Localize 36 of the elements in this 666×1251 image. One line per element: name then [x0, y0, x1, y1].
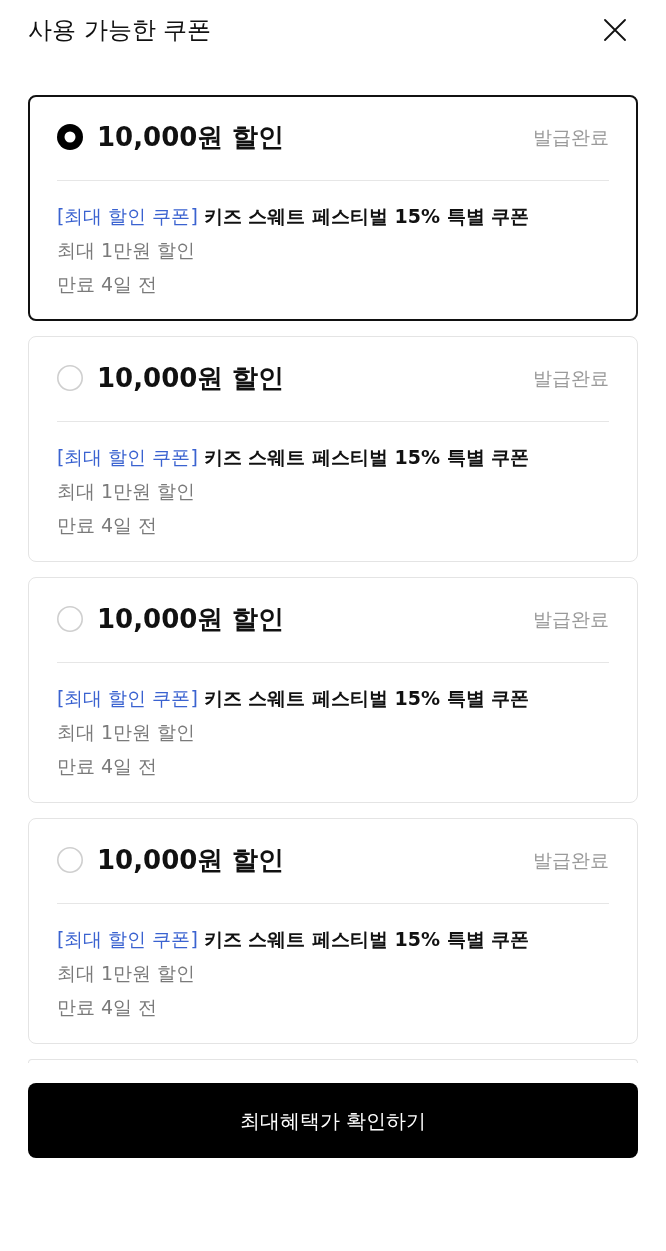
radio-button[interactable] — [57, 124, 83, 150]
coupon-name: 키즈 스웨트 페스티벌 15% 특별 쿠폰 — [203, 927, 530, 952]
coupon-name: 키즈 스웨트 페스티벌 15% 특별 쿠폰 — [203, 686, 530, 711]
expiry-text: 만료 4일 전 — [57, 513, 159, 538]
max-discount-text: 최대 1만원 할인 — [57, 238, 197, 263]
issue-status: 발급완료 — [533, 847, 609, 873]
issue-status: 발급완료 — [533, 124, 609, 150]
coupon-tag: [최대 할인 쿠폰] — [57, 440, 198, 474]
max-discount-text: 최대 1만원 할인 — [57, 961, 197, 986]
coupon-card[interactable]: 10,000원 할인 발급완료 [최대 할인 쿠폰] 키즈 스웨트 페스티벌 15% 특별 쿠폰 최대 1만원 할인 만료 4일 전 — [28, 818, 638, 1044]
coupon-name: 키즈 스웨트 페스티벌 15% 특별 쿠폰 — [203, 445, 530, 470]
coupon-card[interactable]: 10,000원 할인 발급완료 [최대 할인 쿠폰] 키즈 스웨트 페스티벌 15% 특별 쿠폰 최대 1만원 할인 만료 4일 전 — [28, 577, 638, 803]
discount-amount: 10,000원 할인 — [97, 844, 285, 877]
radio-button[interactable] — [57, 365, 83, 391]
close-button[interactable] — [604, 19, 626, 41]
sheet-title: 사용 가능한 쿠폰 — [28, 15, 212, 46]
radio-button[interactable] — [57, 847, 83, 873]
coupon-tag: [최대 할인 쿠폰] — [57, 681, 198, 715]
discount-amount: 10,000원 할인 — [97, 603, 285, 636]
close-icon — [604, 19, 626, 41]
max-discount-text: 최대 1만원 할인 — [57, 479, 197, 504]
expiry-text: 만료 4일 전 — [57, 272, 159, 297]
issue-status: 발급완료 — [533, 365, 609, 391]
coupon-tag: [최대 할인 쿠폰] — [57, 199, 198, 233]
issue-status: 발급완료 — [533, 606, 609, 632]
discount-amount: 10,000원 할인 — [97, 362, 285, 395]
coupon-tag: [최대 할인 쿠폰] — [57, 922, 198, 956]
discount-amount: 10,000원 할인 — [97, 121, 285, 154]
coupon-card[interactable]: 10,000원 할인 발급완료 [최대 할인 쿠폰] 키즈 스웨트 페스티벌 15% 특별 쿠폰 최대 1만원 할인 만료 4일 전 — [28, 336, 638, 562]
coupon-card[interactable]: 10,000원 할인 발급완료 [최대 할인 쿠폰] 키즈 스웨트 페스티벌 15% 특별 쿠폰 최대 1만원 할인 만료 4일 전 — [28, 95, 638, 321]
confirm-button[interactable]: 최대혜택가 확인하기 — [28, 1083, 638, 1158]
max-discount-text: 최대 1만원 할인 — [57, 720, 197, 745]
radio-button[interactable] — [57, 606, 83, 632]
coupon-name: 키즈 스웨트 페스티벌 15% 특별 쿠폰 — [203, 204, 530, 229]
expiry-text: 만료 4일 전 — [57, 995, 159, 1020]
expiry-text: 만료 4일 전 — [57, 754, 159, 779]
